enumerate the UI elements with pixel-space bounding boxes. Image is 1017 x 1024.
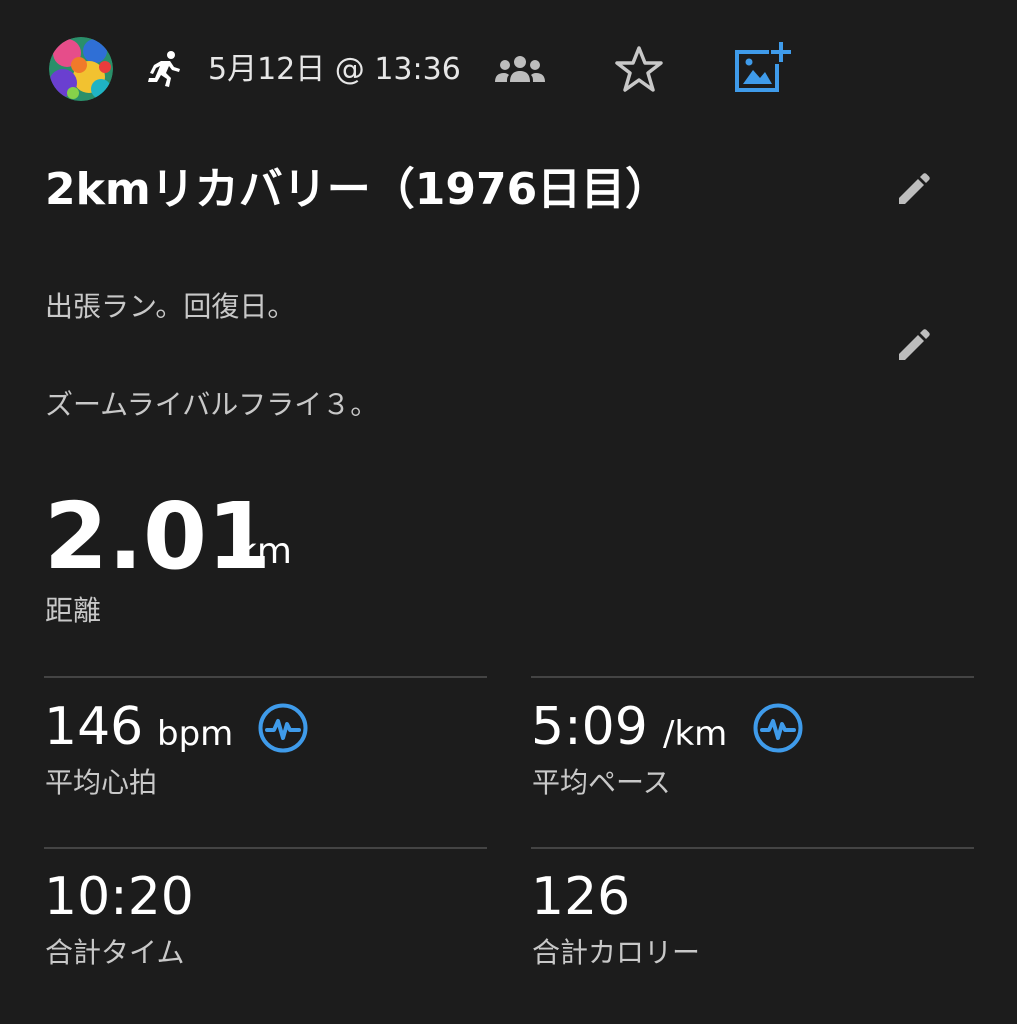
avg-heart-rate-value: 146 <box>44 697 144 757</box>
group-icon[interactable] <box>493 50 547 90</box>
user-avatar[interactable] <box>49 37 113 101</box>
divider <box>44 676 487 678</box>
description-line-1: 出張ラン。回復日。 <box>45 290 296 323</box>
total-time-value: 10:20 <box>44 867 194 927</box>
avg-heart-rate-unit: bpm <box>157 714 234 754</box>
pace-graph-icon[interactable] <box>752 702 804 754</box>
total-calories-value: 126 <box>531 867 631 927</box>
divider <box>531 676 974 678</box>
divider <box>531 847 974 849</box>
avg-heart-rate-label: 平均心拍 <box>45 766 158 799</box>
add-photo-icon[interactable] <box>731 40 791 96</box>
total-calories-label: 合計カロリー <box>532 936 701 969</box>
avg-pace-label: 平均ペース <box>532 766 671 799</box>
edit-title-pencil-icon[interactable] <box>893 168 935 210</box>
running-person-icon <box>144 49 184 89</box>
distance-unit: km <box>236 531 292 572</box>
total-time-label: 合計タイム <box>45 936 185 969</box>
description-line-2: ズームライバルフライ３。 <box>45 388 379 421</box>
star-outline-icon[interactable] <box>611 44 667 96</box>
divider <box>44 847 487 849</box>
avg-pace-value: 5:09 <box>531 697 648 757</box>
avg-pace-unit: /km <box>663 714 728 754</box>
heart-rate-graph-icon[interactable] <box>257 702 309 754</box>
activity-date-time: 5月12日 @ 13:36 <box>208 52 461 87</box>
distance-label: 距離 <box>45 594 102 627</box>
edit-description-pencil-icon[interactable] <box>893 324 935 366</box>
activity-title: 2kmリカバリー（1976日目） <box>45 164 670 215</box>
